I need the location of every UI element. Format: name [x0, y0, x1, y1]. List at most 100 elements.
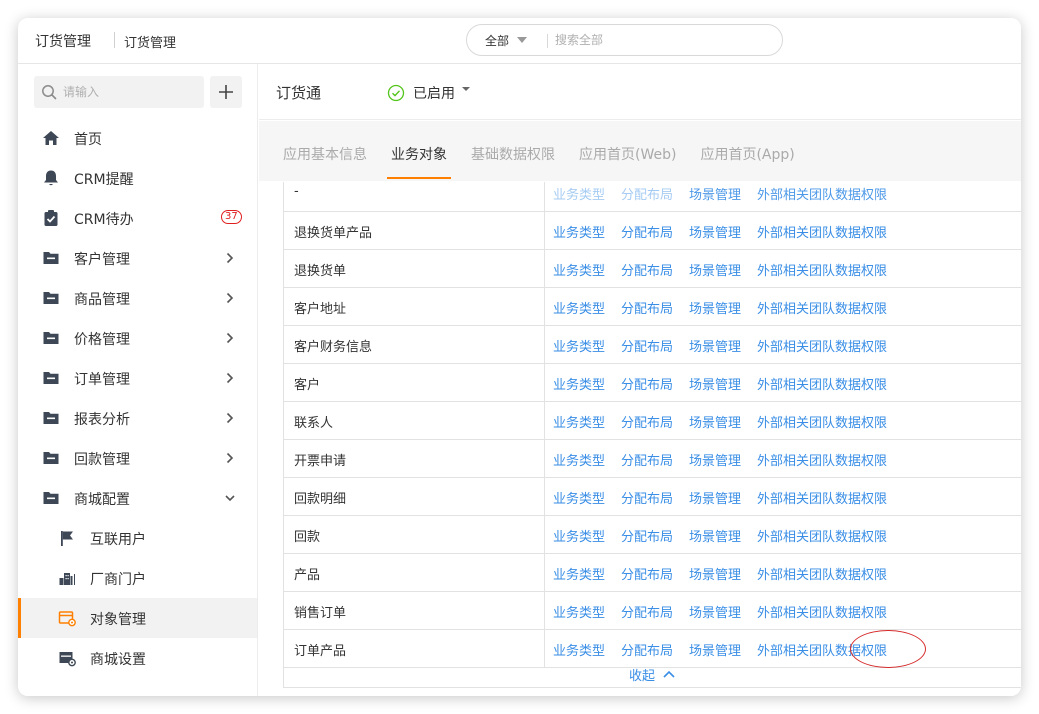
- sidebar-item-product[interactable]: 商品管理: [18, 278, 257, 318]
- collapse-button[interactable]: 收起: [283, 660, 1021, 688]
- add-button[interactable]: [210, 76, 242, 108]
- external-team-permission-link[interactable]: 外部相关团队数据权限: [757, 412, 887, 431]
- table-row: 客户地址 业务类型 分配布局 场景管理 外部相关团队数据权限: [284, 288, 1021, 326]
- row-actions: 业务类型 分配布局 场景管理 外部相关团队数据权限: [553, 412, 903, 431]
- assign-layout-link[interactable]: 分配布局: [621, 298, 673, 317]
- sidebar-item-label: 报表分析: [74, 412, 130, 428]
- business-type-link[interactable]: 业务类型: [553, 412, 605, 431]
- assign-layout-link[interactable]: 分配布局: [621, 640, 673, 659]
- business-type-link[interactable]: 业务类型: [553, 602, 605, 621]
- business-type-link[interactable]: 业务类型: [553, 298, 605, 317]
- sidebar-item-price[interactable]: 价格管理: [18, 318, 257, 358]
- tab-data-permissions[interactable]: 基础数据权限: [471, 121, 555, 181]
- sidebar-item-payment[interactable]: 回款管理: [18, 438, 257, 478]
- scene-management-link[interactable]: 场景管理: [689, 298, 741, 317]
- scene-management-link[interactable]: 场景管理: [689, 374, 741, 393]
- sidebar-item-vendor-portal[interactable]: 厂商门户: [18, 558, 257, 598]
- scene-management-link[interactable]: 场景管理: [689, 260, 741, 279]
- scene-management-link[interactable]: 场景管理: [689, 488, 741, 507]
- chevron-right-icon[interactable]: [225, 332, 235, 344]
- tab-home-web[interactable]: 应用首页(Web): [579, 121, 676, 181]
- assign-layout-link[interactable]: 分配布局: [621, 602, 673, 621]
- status-dropdown[interactable]: 已启用: [387, 83, 470, 103]
- external-team-permission-link[interactable]: 外部相关团队数据权限: [757, 374, 887, 393]
- business-type-link[interactable]: 业务类型: [553, 184, 605, 203]
- business-type-link[interactable]: 业务类型: [553, 526, 605, 545]
- scene-management-link[interactable]: 场景管理: [689, 450, 741, 469]
- assign-layout-link[interactable]: 分配布局: [621, 336, 673, 355]
- status-label: 已启用: [413, 86, 455, 102]
- external-team-permission-link[interactable]: 外部相关团队数据权限: [757, 564, 887, 583]
- business-type-link[interactable]: 业务类型: [553, 488, 605, 507]
- sidebar-search-input[interactable]: [63, 82, 193, 102]
- assign-layout-link[interactable]: 分配布局: [621, 412, 673, 431]
- external-team-permission-link[interactable]: 外部相关团队数据权限: [757, 526, 887, 545]
- scene-management-link[interactable]: 场景管理: [689, 222, 741, 241]
- sidebar-item-crm-reminder[interactable]: CRM提醒: [18, 158, 257, 198]
- business-type-link[interactable]: 业务类型: [553, 260, 605, 279]
- sidebar-item-mall-settings[interactable]: 商城设置: [18, 638, 257, 678]
- row-actions: 业务类型 分配布局 场景管理 外部相关团队数据权限: [553, 526, 903, 545]
- scene-management-link[interactable]: 场景管理: [689, 336, 741, 355]
- sidebar-item-object-management[interactable]: 对象管理: [18, 598, 257, 638]
- external-team-permission-link[interactable]: 外部相关团队数据权限: [757, 602, 887, 621]
- external-team-permission-link[interactable]: 外部相关团队数据权限: [757, 298, 887, 317]
- assign-layout-link[interactable]: 分配布局: [621, 450, 673, 469]
- business-type-link[interactable]: 业务类型: [553, 336, 605, 355]
- assign-layout-link[interactable]: 分配布局: [621, 564, 673, 583]
- scene-management-link[interactable]: 场景管理: [689, 184, 741, 203]
- external-team-permission-link[interactable]: 外部相关团队数据权限: [757, 184, 887, 203]
- scene-management-link[interactable]: 场景管理: [689, 412, 741, 431]
- sidebar-item-crm-todo[interactable]: CRM待办 37: [18, 198, 257, 238]
- external-team-permission-link[interactable]: 外部相关团队数据权限: [757, 336, 887, 355]
- external-team-permission-link[interactable]: 外部相关团队数据权限: [757, 640, 887, 659]
- business-type-link[interactable]: 业务类型: [553, 450, 605, 469]
- chevron-right-icon[interactable]: [225, 292, 235, 304]
- external-team-permission-link[interactable]: 外部相关团队数据权限: [757, 450, 887, 469]
- app-title[interactable]: 订货管理: [35, 31, 91, 51]
- global-search-input[interactable]: [555, 30, 765, 50]
- assign-layout-link[interactable]: 分配布局: [621, 488, 673, 507]
- external-team-permission-link[interactable]: 外部相关团队数据权限: [757, 488, 887, 507]
- business-type-link[interactable]: 业务类型: [553, 564, 605, 583]
- external-team-permission-link[interactable]: 外部相关团队数据权限: [757, 260, 887, 279]
- sidebar-item-customer[interactable]: 客户管理: [18, 238, 257, 278]
- scene-management-link[interactable]: 场景管理: [689, 526, 741, 545]
- scene-management-link[interactable]: 场景管理: [689, 564, 741, 583]
- chevron-right-icon[interactable]: [225, 412, 235, 424]
- business-type-link[interactable]: 业务类型: [553, 640, 605, 659]
- external-team-permission-link[interactable]: 外部相关团队数据权限: [757, 222, 887, 241]
- column-divider: [544, 554, 545, 592]
- global-search[interactable]: 全部: [466, 24, 783, 56]
- tab-business-objects[interactable]: 业务对象: [387, 121, 451, 181]
- scene-management-link[interactable]: 场景管理: [689, 640, 741, 659]
- tab-basic-info[interactable]: 应用基本信息: [283, 121, 367, 181]
- assign-layout-link[interactable]: 分配布局: [621, 260, 673, 279]
- sidebar-item-home[interactable]: 首页: [18, 118, 257, 158]
- caret-down-icon[interactable]: [462, 87, 470, 91]
- sidebar-item-partner-users[interactable]: 互联用户: [18, 518, 257, 558]
- sidebar-search[interactable]: [34, 76, 204, 108]
- chevron-right-icon[interactable]: [225, 452, 235, 464]
- business-type-link[interactable]: 业务类型: [553, 374, 605, 393]
- sidebar-item-report[interactable]: 报表分析: [18, 398, 257, 438]
- caret-down-icon[interactable]: [517, 37, 527, 43]
- sidebar-item-label: CRM提醒: [74, 172, 134, 188]
- breadcrumb[interactable]: 订货管理: [124, 32, 176, 51]
- assign-layout-link[interactable]: 分配布局: [621, 184, 673, 203]
- business-type-link[interactable]: 业务类型: [553, 222, 605, 241]
- search-scope-select[interactable]: 全部: [485, 32, 509, 49]
- sidebar-item-mall-config[interactable]: 商城配置: [18, 478, 257, 518]
- object-name: 产品: [294, 568, 321, 583]
- chevron-right-icon[interactable]: [225, 252, 235, 264]
- assign-layout-link[interactable]: 分配布局: [621, 526, 673, 545]
- tab-home-app[interactable]: 应用首页(App): [700, 121, 794, 181]
- sidebar-item-label: 回款管理: [74, 452, 130, 468]
- chevron-right-icon[interactable]: [225, 372, 235, 384]
- scene-management-link[interactable]: 场景管理: [689, 602, 741, 621]
- sidebar-item-order[interactable]: 订单管理: [18, 358, 257, 398]
- assign-layout-link[interactable]: 分配布局: [621, 374, 673, 393]
- assign-layout-link[interactable]: 分配布局: [621, 222, 673, 241]
- chevron-down-icon[interactable]: [225, 492, 235, 504]
- table-row: 客户财务信息 业务类型 分配布局 场景管理 外部相关团队数据权限: [284, 326, 1021, 364]
